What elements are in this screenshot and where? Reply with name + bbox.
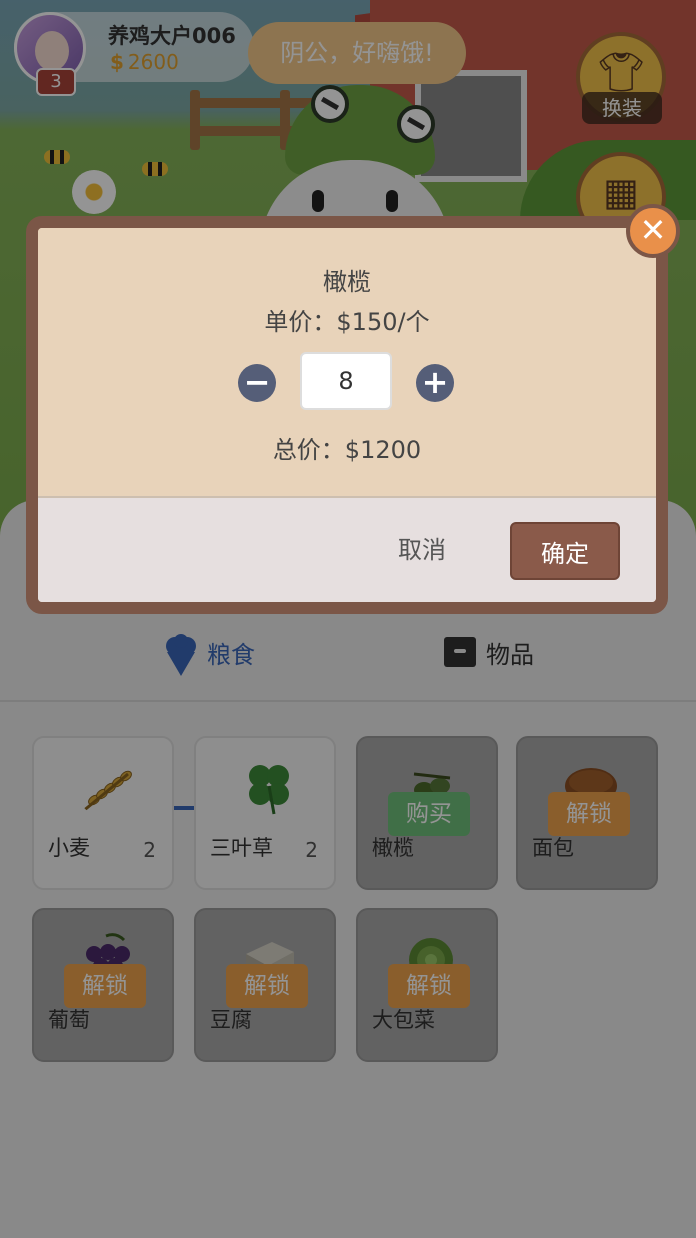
cancel-button[interactable]: 取消	[398, 530, 446, 565]
purchase-dialog-footer: 取消 确定	[38, 496, 656, 602]
dialog-item-name: 橄榄	[323, 268, 371, 296]
increase-quantity-button[interactable]: +	[416, 364, 454, 402]
plus-icon: +	[421, 363, 449, 401]
decrease-quantity-button[interactable]: −	[238, 364, 276, 402]
minus-icon: −	[243, 363, 271, 401]
dialog-total-price: 总价：$1200	[272, 436, 422, 464]
quantity-input[interactable]	[300, 352, 392, 410]
purchase-dialog-body: 橄榄 单价：$150/个 − + 总价：$1200	[38, 228, 656, 496]
confirm-button[interactable]: 确定	[510, 522, 620, 580]
close-icon: ✕	[639, 211, 667, 249]
dialog-unit-price: 单价：$150/个	[264, 308, 430, 336]
close-dialog-button[interactable]: ✕	[626, 204, 680, 258]
modal-backdrop[interactable]	[0, 0, 696, 1238]
purchase-dialog: 橄榄 单价：$150/个 − + 总价：$1200 取消 确定	[26, 216, 668, 614]
